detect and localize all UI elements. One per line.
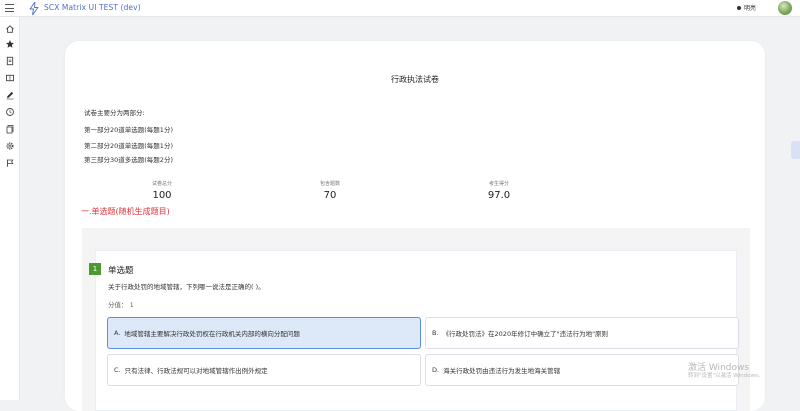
edit-icon[interactable] xyxy=(5,90,15,100)
stat-value: 100 xyxy=(152,190,172,201)
top-bar: SCX Matrix UI TEST (dev) 明亮 xyxy=(0,0,800,17)
stat-candidate-score: 考生得分 97.0 xyxy=(459,180,539,201)
avatar[interactable] xyxy=(778,1,792,15)
app-title: SCX Matrix UI TEST (dev) xyxy=(44,3,141,12)
stat-value: 70 xyxy=(323,190,337,201)
exam-intro-line: 第一部分20道单选题(每题1分) xyxy=(84,126,173,134)
windows-activation-watermark: 激活 Windows 转到"设置"以激活 Windows。 xyxy=(688,363,763,380)
option-text: 海关行政处罚由违法行为发生地海关管辖 xyxy=(443,367,561,375)
option-text: 地域管辖主要解决行政处罚权在行政机关内部的横向分配问题 xyxy=(124,330,300,338)
exam-title: 行政执法试卷 xyxy=(391,75,439,84)
stat-label: 包含题数 xyxy=(319,181,340,187)
exam-intro-line: 试卷主要分为两部分: xyxy=(84,109,145,117)
sidebar xyxy=(0,17,20,400)
theme-label: 明亮 xyxy=(744,5,757,12)
watermark-subtitle: 转到"设置"以激活 Windows。 xyxy=(688,373,764,380)
clock-icon[interactable] xyxy=(5,107,15,117)
question-type: 单选题 xyxy=(108,266,134,276)
stat-label: 试卷总分 xyxy=(151,181,172,187)
stat-total-score: 试卷总分 100 xyxy=(122,180,202,201)
exam-card: 行政执法试卷 试卷主要分为两部分: 第一部分20道单选题(每题1分) 第二部分2… xyxy=(65,41,765,411)
flag-icon[interactable] xyxy=(5,158,15,168)
side-drawer-tab[interactable] xyxy=(791,141,800,159)
exam-intro-line: 第二部分20道单选题(每题1分) xyxy=(84,142,173,150)
lightning-icon xyxy=(29,2,39,15)
question-text: 关于行政处罚的地域管辖，下列哪一说法是正确的( )。 xyxy=(108,283,265,291)
book-icon[interactable] xyxy=(5,73,15,83)
star-icon[interactable] xyxy=(5,39,15,49)
option-b[interactable]: B. 《行政处罚法》在2020年修订中确立了"违法行为地"原则 xyxy=(425,317,739,349)
option-key: C. xyxy=(114,366,121,374)
stat-label: 考生得分 xyxy=(488,181,509,187)
document-icon[interactable] xyxy=(5,56,15,66)
option-key: A. xyxy=(114,329,121,337)
watermark-title: 激活 Windows xyxy=(688,363,750,373)
home-icon[interactable] xyxy=(5,24,15,34)
exam-intro-line: 第三部分30道多选题(每题2分) xyxy=(84,156,173,164)
gear-icon[interactable] xyxy=(5,141,15,151)
option-c[interactable]: C. 只有法律、行政法规可以对地域管辖作出例外规定 xyxy=(107,354,421,386)
option-a[interactable]: A. 地域管辖主要解决行政处罚权在行政机关内部的横向分配问题 xyxy=(107,317,421,349)
option-key: D. xyxy=(432,366,440,374)
theme-toggle[interactable]: 明亮 xyxy=(737,3,756,12)
option-text: 只有法律、行政法规可以对地域管辖作出例外规定 xyxy=(124,367,268,375)
theme-dot-icon xyxy=(737,5,741,10)
question-number-badge: 1 xyxy=(89,263,101,275)
option-text: 《行政处罚法》在2020年修订中确立了"违法行为地"原则 xyxy=(442,330,609,338)
stat-question-count: 包含题数 70 xyxy=(290,180,370,201)
copy-icon[interactable] xyxy=(5,124,15,134)
stat-value: 97.0 xyxy=(487,190,511,201)
question-score: 分值： 1 xyxy=(108,301,134,309)
section-heading: 一.单选题(随机生成题目) xyxy=(81,207,170,216)
menu-icon[interactable] xyxy=(5,4,14,12)
option-key: B. xyxy=(432,329,439,337)
